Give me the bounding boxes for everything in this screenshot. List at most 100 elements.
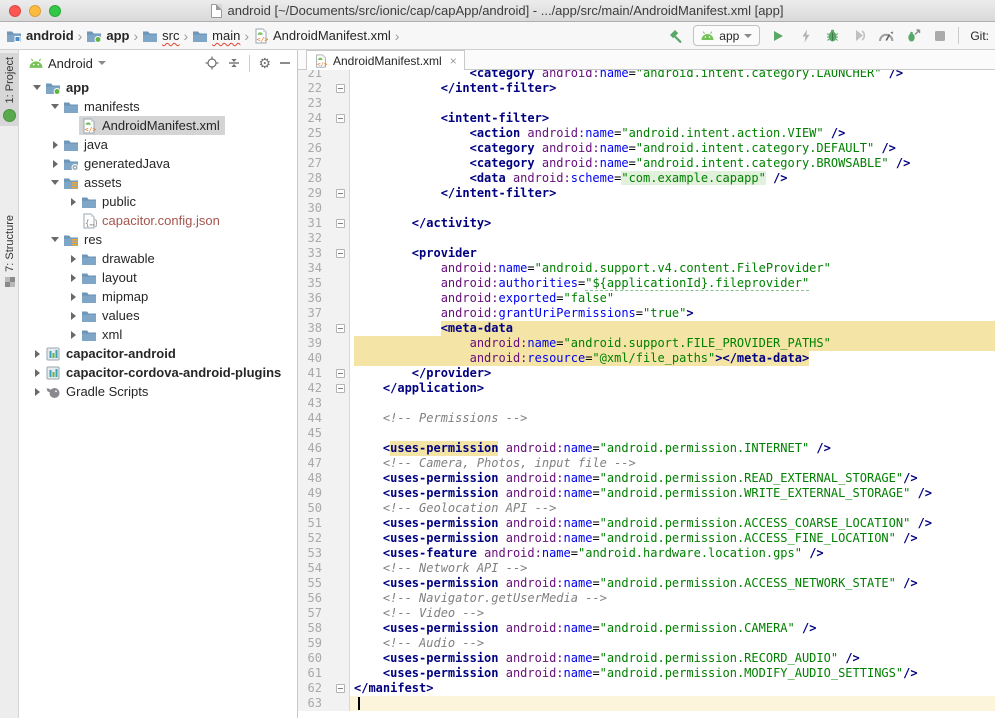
- tree-item[interactable]: assets: [19, 173, 297, 192]
- chevron-collapsed-icon[interactable]: [35, 388, 40, 396]
- code-line[interactable]: 51 <uses-permission android:name="androi…: [298, 516, 995, 531]
- code-line[interactable]: 43: [298, 396, 995, 411]
- profiler-button[interactable]: [877, 27, 895, 45]
- code-line[interactable]: 25 <action android:name="android.intent.…: [298, 126, 995, 141]
- code-line[interactable]: 53 <uses-feature android:name="android.h…: [298, 546, 995, 561]
- code-line[interactable]: 57 <!-- Video -->: [298, 606, 995, 621]
- breadcrumb-item[interactable]: </>AndroidManifest.xml: [253, 28, 391, 44]
- code-line[interactable]: 48 <uses-permission android:name="androi…: [298, 471, 995, 486]
- code-line[interactable]: 61 <uses-permission android:name="androi…: [298, 666, 995, 681]
- code-line[interactable]: 33 <provider: [298, 246, 995, 261]
- chevron-collapsed-icon[interactable]: [53, 160, 58, 168]
- chevron-expanded-icon[interactable]: [51, 180, 59, 185]
- zoom-window-button[interactable]: [49, 5, 61, 17]
- run-button[interactable]: [769, 27, 787, 45]
- code-line[interactable]: 45: [298, 426, 995, 441]
- fold-collapse-icon[interactable]: [336, 369, 345, 378]
- chevron-collapsed-icon[interactable]: [71, 312, 76, 320]
- chevron-expanded-icon[interactable]: [33, 85, 41, 90]
- code-line[interactable]: 58 <uses-permission android:name="androi…: [298, 621, 995, 636]
- code-line[interactable]: 52 <uses-permission android:name="androi…: [298, 531, 995, 546]
- chevron-collapsed-icon[interactable]: [71, 274, 76, 282]
- tree-item[interactable]: capacitor-android: [19, 344, 297, 363]
- breadcrumb-item[interactable]: main: [192, 28, 240, 44]
- code-line[interactable]: 63: [298, 696, 995, 711]
- tree-item[interactable]: capacitor-cordova-android-plugins: [19, 363, 297, 382]
- chevron-collapsed-icon[interactable]: [53, 141, 58, 149]
- tool-button-project[interactable]: 1: Project: [0, 53, 19, 126]
- code-line[interactable]: 23: [298, 96, 995, 111]
- close-window-button[interactable]: [9, 5, 21, 17]
- chevron-expanded-icon[interactable]: [51, 237, 59, 242]
- tree-item[interactable]: java: [19, 135, 297, 154]
- code-line[interactable]: 54 <!-- Network API -->: [298, 561, 995, 576]
- chevron-collapsed-icon[interactable]: [71, 331, 76, 339]
- close-tab-icon[interactable]: ×: [447, 54, 457, 68]
- debug-button[interactable]: [823, 27, 841, 45]
- tool-button-structure[interactable]: 7: Structure: [0, 215, 19, 287]
- code-line[interactable]: 50 <!-- Geolocation API -->: [298, 501, 995, 516]
- fold-collapse-icon[interactable]: [336, 249, 345, 258]
- locate-file-button[interactable]: [205, 56, 219, 70]
- minimize-window-button[interactable]: [29, 5, 41, 17]
- coverage-button[interactable]: [850, 27, 868, 45]
- run-configuration-select[interactable]: app: [693, 25, 760, 46]
- chevron-collapsed-icon[interactable]: [71, 293, 76, 301]
- code-line[interactable]: 37 android:grantUriPermissions="true">: [298, 306, 995, 321]
- breadcrumb-item[interactable]: android: [6, 28, 74, 44]
- tree-item[interactable]: generatedJava: [19, 154, 297, 173]
- code-line[interactable]: 55 <uses-permission android:name="androi…: [298, 576, 995, 591]
- tree-item[interactable]: manifests: [19, 97, 297, 116]
- code-line[interactable]: 60 <uses-permission android:name="androi…: [298, 651, 995, 666]
- code-line[interactable]: 42 </application>: [298, 381, 995, 396]
- code-line[interactable]: 30: [298, 201, 995, 216]
- gear-icon[interactable]: ⚙: [258, 56, 271, 70]
- project-view-select[interactable]: Android: [48, 56, 93, 71]
- stop-button[interactable]: [931, 27, 949, 45]
- code-line[interactable]: 27 <category android:name="android.inten…: [298, 156, 995, 171]
- tree-item[interactable]: xml: [19, 325, 297, 344]
- code-line[interactable]: 41 </provider>: [298, 366, 995, 381]
- tree-item[interactable]: mipmap: [19, 287, 297, 306]
- code-line[interactable]: 22 </intent-filter>: [298, 81, 995, 96]
- fold-collapse-icon[interactable]: [336, 384, 345, 393]
- code-line[interactable]: 32: [298, 231, 995, 246]
- collapse-all-button[interactable]: [227, 56, 241, 70]
- breadcrumb-item[interactable]: src: [142, 28, 179, 44]
- chevron-collapsed-icon[interactable]: [71, 198, 76, 206]
- tree-item[interactable]: Gradle Scripts: [19, 382, 297, 401]
- code-line[interactable]: 47 <!-- Camera, Photos, input file -->: [298, 456, 995, 471]
- code-line[interactable]: 35 android:authorities="${applicationId}…: [298, 276, 995, 291]
- fold-collapse-icon[interactable]: [336, 114, 345, 123]
- fold-collapse-icon[interactable]: [336, 189, 345, 198]
- code-line[interactable]: 36 android:exported="false": [298, 291, 995, 306]
- editor-tab-androidmanifest[interactable]: </> AndroidManifest.xml ×: [306, 50, 465, 70]
- code-line[interactable]: 31 </activity>: [298, 216, 995, 231]
- tree-item[interactable]: </>AndroidManifest.xml: [19, 116, 297, 135]
- tree-item[interactable]: public: [19, 192, 297, 211]
- tree-item[interactable]: drawable: [19, 249, 297, 268]
- fold-collapse-icon[interactable]: [336, 84, 345, 93]
- code-line[interactable]: 26 <category android:name="android.inten…: [298, 141, 995, 156]
- attach-debugger-button[interactable]: [904, 27, 922, 45]
- hide-panel-button[interactable]: [279, 57, 291, 69]
- code-line[interactable]: 59 <!-- Audio -->: [298, 636, 995, 651]
- chevron-collapsed-icon[interactable]: [35, 369, 40, 377]
- code-line[interactable]: 34 android:name="android.support.v4.cont…: [298, 261, 995, 276]
- breadcrumb-item[interactable]: app: [86, 28, 129, 44]
- tree-item[interactable]: app: [19, 78, 297, 97]
- code-line[interactable]: 21 <category android:name="android.inten…: [298, 70, 995, 81]
- code-line[interactable]: 49 <uses-permission android:name="androi…: [298, 486, 995, 501]
- code-line[interactable]: 62</manifest>: [298, 681, 995, 696]
- tree-item[interactable]: res: [19, 230, 297, 249]
- fold-end-icon[interactable]: [336, 684, 345, 693]
- code-line[interactable]: 38 <meta-data: [298, 321, 995, 336]
- code-line[interactable]: 39 android:name="android.support.FILE_PR…: [298, 336, 995, 351]
- make-project-button[interactable]: [666, 27, 684, 45]
- chevron-expanded-icon[interactable]: [51, 104, 59, 109]
- tree-item[interactable]: layout: [19, 268, 297, 287]
- chevron-collapsed-icon[interactable]: [71, 255, 76, 263]
- chevron-collapsed-icon[interactable]: [35, 350, 40, 358]
- fold-collapse-icon[interactable]: [336, 219, 345, 228]
- instant-run-button[interactable]: [796, 27, 814, 45]
